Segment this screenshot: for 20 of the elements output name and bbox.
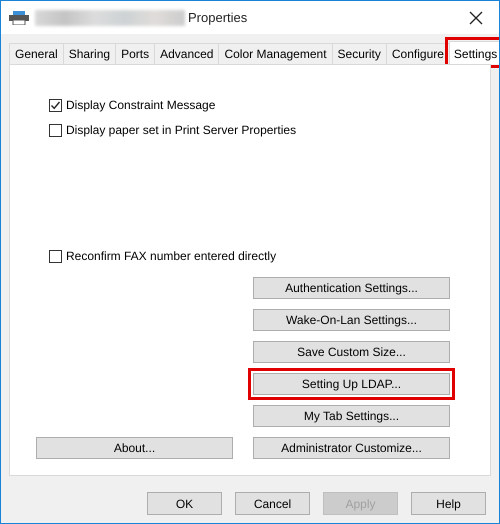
close-icon[interactable] [469,10,483,24]
settings-button[interactable]: My Tab Settings... [253,405,450,427]
settings-button[interactable]: Administrator Customize... [253,437,450,459]
checkbox-label: Display paper set in Print Server Properties [66,123,296,137]
dialog-button[interactable]: Cancel [235,492,310,515]
about-button[interactable]: About... [36,437,233,459]
window-title: Properties [188,10,248,25]
settings-button[interactable]: Save Custom Size... [253,341,450,363]
checkbox[interactable] [49,250,62,262]
settings-button[interactable]: Wake-On-Lan Settings... [253,309,450,331]
checkbox-label: Display Constraint Message [66,98,216,112]
dialog-button[interactable]: OK [147,492,222,515]
checkbox[interactable] [49,98,62,112]
printer-icon [9,10,29,24]
checkbox[interactable] [49,124,62,136]
checkbox-label: Reconfirm FAX number entered directly [66,249,276,263]
settings-button[interactable]: Authentication Settings... [253,277,450,299]
settings-button[interactable]: Setting Up LDAP... [248,368,455,400]
dialog-button[interactable]: Help [411,492,486,515]
tab[interactable]: General [9,43,64,64]
